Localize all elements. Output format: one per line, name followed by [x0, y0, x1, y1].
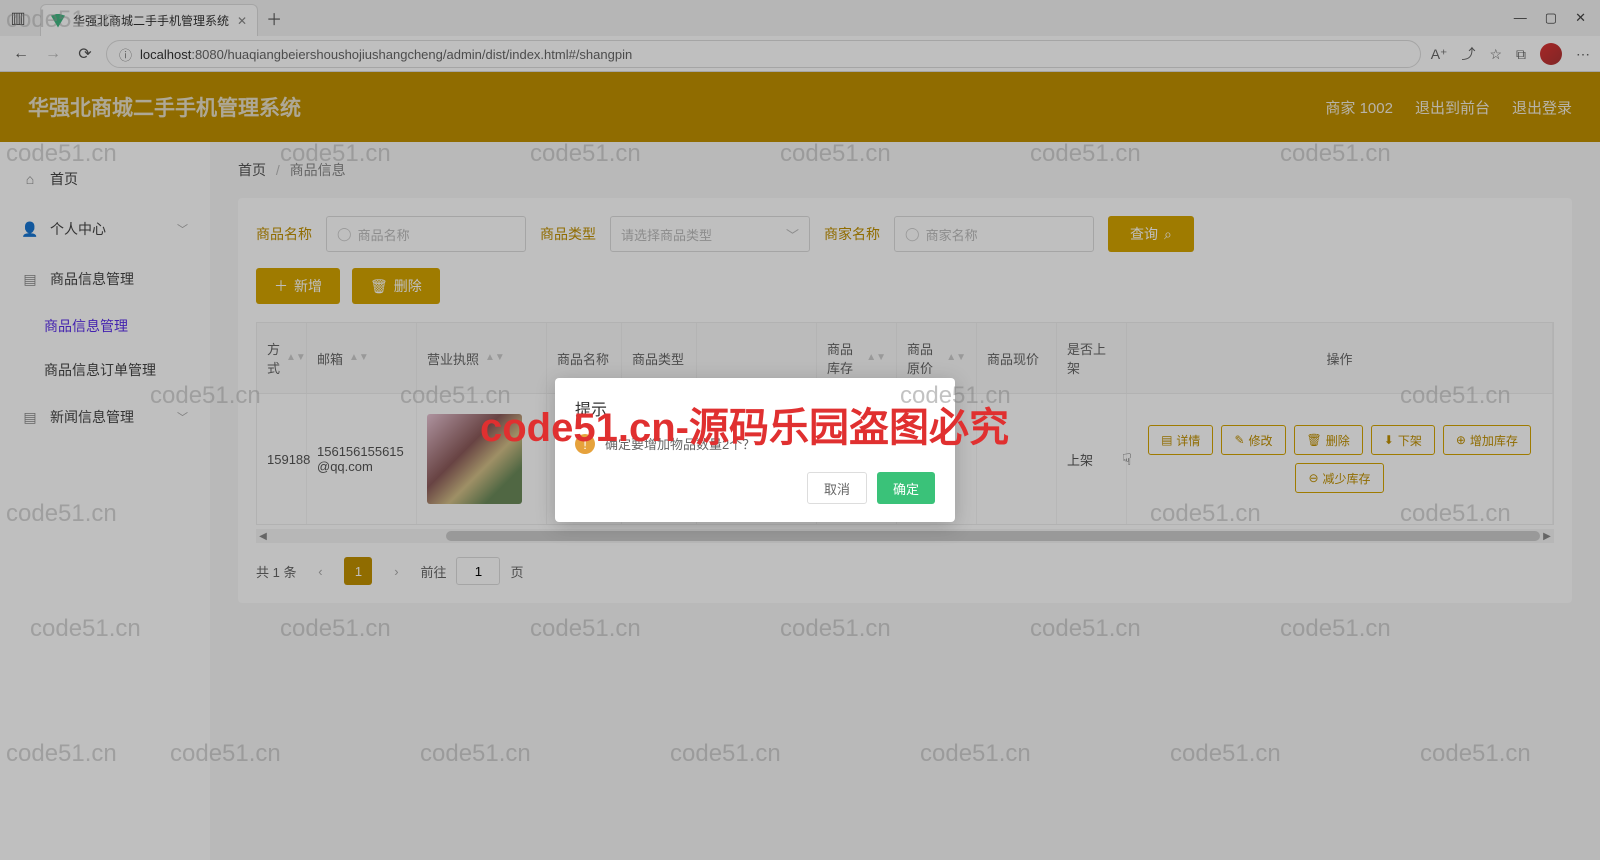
modal-message: 确定要增加物品数量2个？: [605, 434, 755, 453]
modal-title: 提示: [575, 396, 935, 420]
confirm-button[interactable]: 确定: [877, 472, 935, 504]
cursor-icon: ☟: [1122, 450, 1132, 470]
warning-icon: !: [575, 434, 595, 454]
modal-body: ! 确定要增加物品数量2个？: [575, 430, 935, 472]
confirm-modal: 提示 ! 确定要增加物品数量2个？ 取消 确定: [555, 378, 955, 522]
cancel-button[interactable]: 取消: [807, 472, 867, 504]
modal-footer: 取消 确定: [575, 472, 935, 504]
